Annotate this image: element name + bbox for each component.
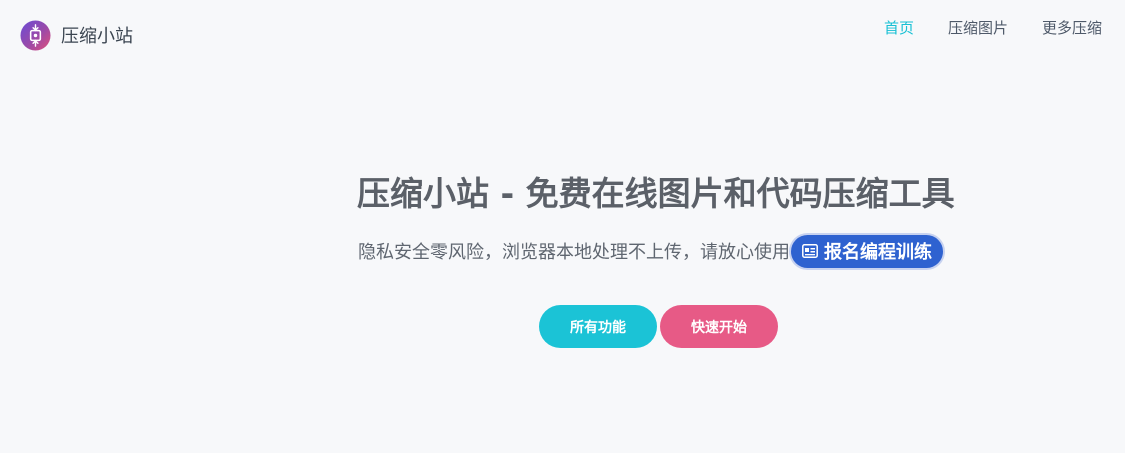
compress-logo-icon	[20, 19, 51, 51]
hero-subtitle: 隐私安全零风险，浏览器本地处理不上传，请放心使用	[358, 242, 790, 263]
all-features-button[interactable]: 所有功能	[539, 305, 657, 348]
promo-training-link[interactable]: 报名编程训练	[791, 234, 943, 268]
nav-link-home[interactable]: 首页	[884, 18, 914, 38]
brand-home-link[interactable]: 压缩小站	[20, 19, 133, 51]
nav-link-more-compress[interactable]: 更多压缩	[1042, 18, 1102, 38]
brand-name: 压缩小站	[61, 26, 133, 47]
nav-link-compress-image[interactable]: 压缩图片	[948, 18, 1008, 38]
main-nav: 首页 压缩图片 更多压缩	[850, 18, 1102, 38]
hero-subtitle-row: 隐私安全零风险，浏览器本地处理不上传，请放心使用 报名编程训练	[358, 234, 943, 268]
promo-label: 报名编程训练	[824, 242, 932, 263]
top-navigation-bar: 压缩小站 首页 压缩图片 更多压缩	[0, 0, 1125, 70]
quick-start-button[interactable]: 快速开始	[660, 305, 778, 348]
page-title: 压缩小站 - 免费在线图片和代码压缩工具	[357, 174, 955, 213]
id-card-icon	[802, 244, 818, 258]
